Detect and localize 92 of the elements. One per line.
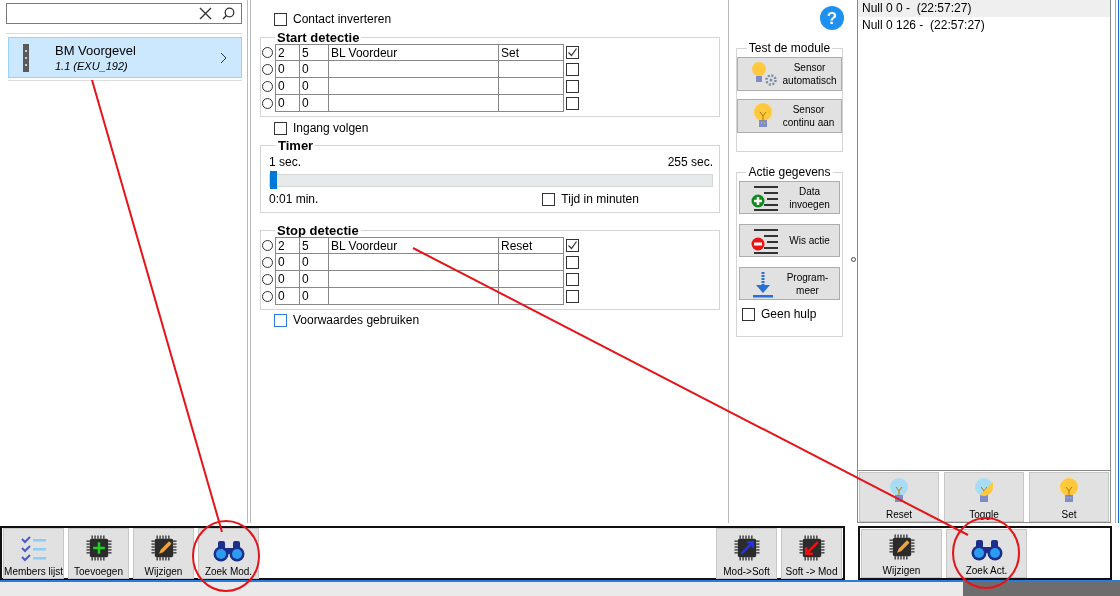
module-list-item[interactable]: BM Voorgevel 1.1 (EXU_192) [8,37,242,78]
checkbox[interactable] [566,97,579,110]
table-cell[interactable]: 2 [275,237,300,254]
slider-max-label: 255 sec. [667,155,713,169]
search-field[interactable] [6,3,242,24]
checkbox[interactable] [742,307,755,321]
search-icon[interactable] [222,7,235,20]
table-cell[interactable]: 0 [275,288,300,305]
group-title: Timer [276,138,316,153]
slider-thumb[interactable] [270,171,277,189]
table-cell[interactable]: 0 [300,271,329,288]
binoculars-icon [969,537,1004,562]
table-cell[interactable] [499,95,564,112]
table-cell[interactable]: Reset [499,237,564,254]
lightbulb-gear-icon [750,61,778,87]
slider-min-label: 1 sec. [269,155,301,169]
action-button[interactable]: Wis actie [739,224,840,257]
group-title: Test de module [746,41,833,55]
checkbox-label: Tijd in minuten [561,192,639,206]
table-cell[interactable] [329,288,499,305]
toolbar-button[interactable]: Members lijst [3,527,64,579]
table-cell[interactable] [329,271,499,288]
list-plus-icon [750,183,780,212]
table-cell[interactable]: Set [499,44,564,61]
table-cell[interactable]: 5 [300,237,329,254]
table-cell[interactable]: 0 [300,254,329,271]
table-cell[interactable]: 0 [275,95,300,112]
group-title: Start detectie [276,31,361,44]
checkbox[interactable] [274,121,287,135]
log-entry[interactable]: Null 0 0 - (22:57:27) [858,0,1110,17]
table-cell[interactable] [499,288,564,305]
checkbox[interactable] [566,273,579,286]
table-cell[interactable]: 0 [300,95,329,112]
chevron-right-icon [220,51,227,64]
checkbox-label: Geen hulp [761,307,817,321]
table-cell[interactable] [499,61,564,78]
checkbox[interactable] [274,12,287,26]
table-cell[interactable]: BL Voordeur [329,237,499,254]
checkbox[interactable] [566,256,579,269]
toolbar-button[interactable]: Toggle [944,472,1024,522]
table-cell[interactable]: 0 [275,271,300,288]
toolbar-button[interactable]: Toevoegen [68,527,129,579]
toolbar-button[interactable]: Set [1029,472,1109,522]
checkbox[interactable] [566,46,579,59]
checkbox-label: Voorwaardes gebruiken [293,313,420,327]
table-cell[interactable]: 0 [300,78,329,95]
module-address: 1.1 (EXU_192) [55,60,129,72]
module-name: BM Voorgevel [55,43,137,58]
toolbar-button[interactable]: Mod->Soft [716,527,777,579]
toolbar-button[interactable]: Wijzigen [133,527,194,579]
checkbox[interactable] [274,313,287,327]
table-cell[interactable] [499,78,564,95]
table-cell[interactable]: 0 [275,78,300,95]
action-button[interactable]: Sensor continu aan [737,99,842,133]
table-cell[interactable]: BL Voordeur [329,44,499,61]
checkbox[interactable] [566,80,579,93]
log-entry[interactable]: Null 0 126 - (22:57:27) [858,17,1110,34]
table-cell[interactable]: 2 [275,44,300,61]
clear-icon[interactable] [199,7,212,20]
module-icon [23,43,29,72]
checklist-icon [18,534,49,563]
toolbar-button[interactable]: Zoek Act. [946,528,1027,578]
table-cell[interactable] [329,61,499,78]
toolbar-button[interactable]: Reset [859,472,939,522]
timer-reading: 0:01 min. [269,192,319,206]
checkbox[interactable] [566,290,579,303]
checkbox[interactable] [566,63,579,76]
toolbar-button[interactable]: Soft -> Mod [781,527,842,579]
table-cell[interactable]: 0 [300,288,329,305]
action-button[interactable]: Data invoegen [739,181,840,214]
toolbar-button[interactable]: Zoek Mod. [198,527,259,579]
toolbar-button[interactable]: Wijzigen [861,528,942,578]
table-cell[interactable] [329,78,499,95]
table-cell[interactable]: 0 [300,61,329,78]
action-button[interactable]: Sensor automatisch [737,57,842,91]
checkbox[interactable] [566,239,579,252]
table-cell[interactable] [499,254,564,271]
table-cell[interactable]: 0 [275,61,300,78]
action-button[interactable]: Program-meer [739,267,840,300]
table-cell[interactable] [499,271,564,288]
group-title: Actie gegevens [746,165,833,179]
checkbox-label: Contact inverteren [293,12,392,26]
table-cell[interactable] [329,254,499,271]
group-title: Stop detectie [276,224,360,237]
checkbox[interactable] [542,192,556,206]
checkbox-label: Ingang volgen [293,121,369,135]
list-minus-icon [750,226,780,255]
table-cell[interactable]: 5 [300,44,329,61]
table-cell[interactable]: 0 [275,254,300,271]
binoculars-icon [211,538,246,563]
download-icon [750,269,776,298]
table-cell[interactable] [329,95,499,112]
